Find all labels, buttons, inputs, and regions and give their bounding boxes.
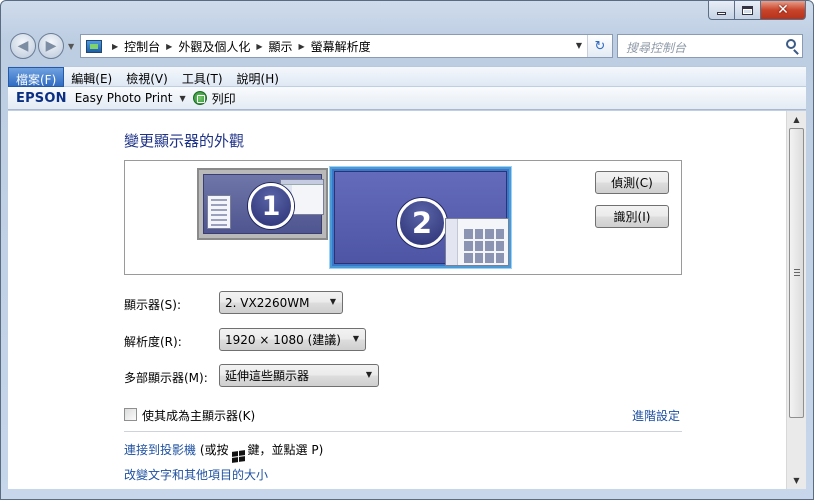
chevron-down-icon: ▼ <box>329 297 336 306</box>
resolution-select-value: 1920 × 1080 (建議) <box>225 333 341 347</box>
chevron-right-icon[interactable]: ▶ <box>256 42 262 51</box>
minimize-button[interactable] <box>708 0 735 20</box>
identify-button[interactable]: 識別(I) <box>595 205 669 228</box>
main-display-checkbox[interactable] <box>124 408 137 421</box>
text-size-link[interactable]: 改變文字和其他項目的大小 <box>124 466 268 483</box>
monitor-2-window-preview <box>445 218 509 266</box>
print-button[interactable]: 列印 <box>212 90 236 107</box>
breadcrumb-item-control-panel[interactable]: 控制台 <box>124 38 160 55</box>
monitor-2-screen: 2 <box>334 171 509 266</box>
monitor-1-screen: 1 <box>203 174 324 234</box>
chevron-right-icon[interactable]: ▶ <box>166 42 172 51</box>
windows-key-icon <box>231 450 245 463</box>
display-label: 顯示器(S): <box>124 298 182 312</box>
divider <box>124 431 682 432</box>
refresh-button[interactable]: ↻ <box>587 35 612 57</box>
display-select-value: 2. VX2260WM <box>225 295 310 310</box>
monitor-1-number: 1 <box>248 183 294 229</box>
main-display-checkbox-label[interactable]: 使其成為主顯示器(K) <box>142 407 255 424</box>
scroll-up-icon[interactable]: ▲ <box>787 111 806 128</box>
back-arrow-icon: ◀ <box>17 38 29 54</box>
monitor-1-sidebar-preview <box>207 195 231 229</box>
monitor-1[interactable]: 1 <box>197 168 328 240</box>
vertical-scrollbar[interactable]: ▲ ▼ <box>786 111 806 489</box>
forward-button[interactable]: ▶ <box>38 33 64 59</box>
address-dropdown-icon[interactable]: ▼ <box>576 41 582 50</box>
projector-hint-prefix: (或按 <box>199 443 229 457</box>
menu-file[interactable]: 檔案(F) <box>8 67 65 87</box>
epson-toolbar: EPSON Easy Photo Print ▼ 列印 <box>8 87 806 110</box>
menu-edit[interactable]: 編輯(E) <box>64 67 119 87</box>
menu-tools[interactable]: 工具(T) <box>175 67 230 87</box>
monitor-2[interactable]: 2 <box>330 167 511 268</box>
menu-view[interactable]: 檢視(V) <box>119 67 175 87</box>
breadcrumb-item-appearance[interactable]: 外觀及個人化 <box>178 38 250 55</box>
maximize-icon <box>742 5 753 15</box>
address-bar[interactable]: ▶ 控制台 ▶ 外觀及個人化 ▶ 顯示 ▶ 螢幕解析度 ▼ ↻ <box>80 34 613 58</box>
window-controls: ✕ <box>708 0 806 20</box>
content-pane: 變更顯示器的外觀 1 2 偵測(C) 識別(I) 顯示器(S): 2. VX22… <box>8 111 786 489</box>
easy-photo-print-dropdown-icon[interactable]: ▼ <box>179 94 185 103</box>
scrollbar-thumb[interactable] <box>789 128 804 418</box>
search-placeholder: 搜尋控制台 <box>626 41 687 55</box>
epson-logo: EPSON <box>16 90 67 106</box>
chevron-down-icon: ▼ <box>352 334 359 343</box>
back-button[interactable]: ◀ <box>10 33 36 59</box>
projector-hint-suffix: 鍵，並點選 P) <box>247 443 324 457</box>
menu-help[interactable]: 說明(H) <box>230 67 286 87</box>
projector-row: 連接到投影機 (或按 鍵，並點選 P) <box>124 441 324 463</box>
connect-projector-link[interactable]: 連接到投影機 <box>124 443 196 457</box>
forward-arrow-icon: ▶ <box>45 38 57 54</box>
menu-bar: 檔案(F) 編輯(E) 檢視(V) 工具(T) 說明(H) <box>8 66 806 87</box>
scroll-grip-icon <box>794 269 800 276</box>
minimize-icon <box>717 11 726 15</box>
control-panel-icon <box>86 39 102 53</box>
monitor-arrangement-panel: 1 2 偵測(C) 識別(I) <box>124 160 682 275</box>
page-title: 變更顯示器的外觀 <box>124 132 245 150</box>
refresh-icon: ↻ <box>594 38 606 54</box>
easy-photo-print-button[interactable]: Easy Photo Print <box>75 91 173 105</box>
recent-pages-dropdown-icon[interactable]: ▼ <box>68 42 74 51</box>
display-select[interactable]: 2. VX2260WM ▼ <box>219 291 343 314</box>
multi-display-select[interactable]: 延伸這些顯示器 ▼ <box>219 364 379 387</box>
chevron-right-icon[interactable]: ▶ <box>299 42 305 51</box>
search-input[interactable]: 搜尋控制台 <box>617 34 803 58</box>
search-icon[interactable] <box>786 39 796 49</box>
advanced-settings-link[interactable]: 進階設定 <box>632 407 680 424</box>
multi-display-label: 多部顯示器(M): <box>124 371 208 385</box>
chevron-right-icon[interactable]: ▶ <box>112 42 118 51</box>
detect-button[interactable]: 偵測(C) <box>595 171 669 194</box>
scroll-down-icon[interactable]: ▼ <box>787 472 806 489</box>
maximize-button[interactable] <box>735 0 761 20</box>
resolution-select[interactable]: 1920 × 1080 (建議) ▼ <box>219 328 366 351</box>
resolution-label: 解析度(R): <box>124 335 182 349</box>
monitor-2-number: 2 <box>397 198 447 248</box>
breadcrumb-item-display[interactable]: 顯示 <box>269 38 293 55</box>
close-icon: ✕ <box>777 2 789 18</box>
print-icon[interactable] <box>192 91 207 105</box>
chevron-down-icon: ▼ <box>365 370 372 379</box>
breadcrumb-item-resolution[interactable]: 螢幕解析度 <box>311 38 371 55</box>
close-button[interactable]: ✕ <box>761 0 806 20</box>
multi-display-select-value: 延伸這些顯示器 <box>225 369 310 383</box>
